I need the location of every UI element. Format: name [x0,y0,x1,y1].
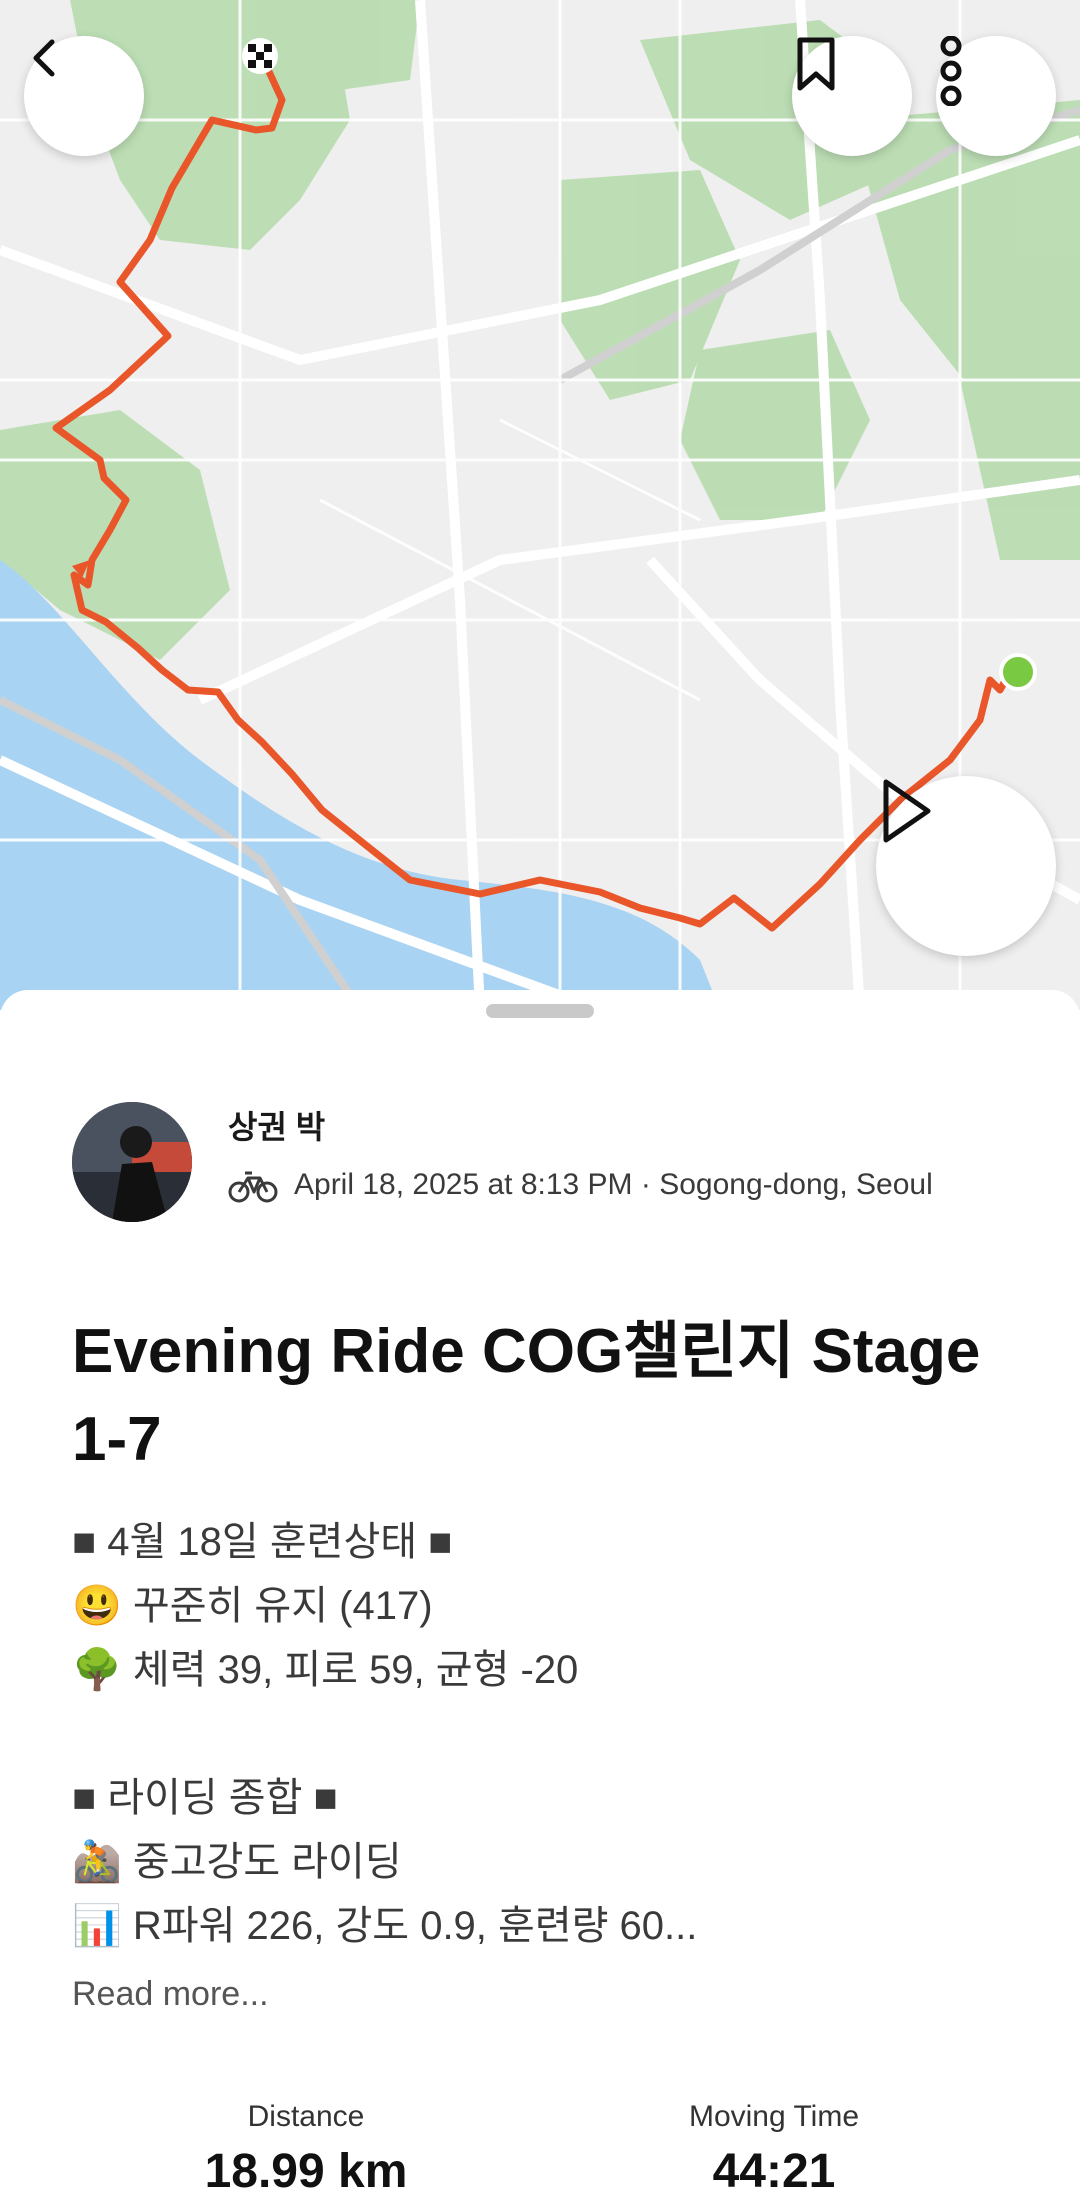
bookmark-icon [797,37,835,91]
description-line: ■ 4월 18일 훈련상태 ■ [72,1520,453,1564]
read-more-link[interactable]: Read more... [72,1975,269,2014]
more-vertical-icon [940,36,962,106]
more-options-button[interactable] [936,36,1056,156]
avatar[interactable] [72,1102,192,1222]
description-line: ■ 라이딩 종합 ■ [72,1776,338,1820]
bookmark-button[interactable] [792,36,912,156]
play-flyover-button[interactable] [876,776,1056,956]
stat-moving-time: Moving Time 44:21 [594,2100,954,2199]
stat-label: Moving Time [688,2100,860,2133]
activity-date-location: April 18, 2025 at 8:13 PM · Sogong-dong,… [294,1168,933,1201]
athlete-name[interactable]: 상권 박 [228,1102,325,1148]
back-button[interactable] [24,36,144,156]
play-icon [883,779,931,843]
stat-value: 18.99 km [204,2145,408,2198]
bike-icon [228,1171,278,1203]
stat-distance: Distance 18.99 km [126,2100,486,2199]
activity-title: Evening Ride COG챌린지 Stage 1-7 [72,1317,981,1474]
stat-value: 44:21 [712,2145,836,2198]
start-marker [999,653,1037,691]
description-line: 📊 R파워 226, 강도 0.9, 훈련량 60... [72,1904,698,1948]
description-line: 🌳 체력 39, 피로 59, 균형 -20 [72,1648,579,1692]
avatar-image [72,1102,192,1222]
chevron-left-icon [33,39,55,77]
activity-meta [228,1166,278,1204]
route-map[interactable] [0,0,1080,1010]
drag-handle[interactable] [486,1004,594,1018]
stat-label: Distance [247,2100,365,2133]
finish-marker [242,38,278,74]
activity-description: ■ 4월 18일 훈련상태 ■ 😃 꾸준히 유지 (417) 🌳 체력 39, … [72,1510,1012,1958]
description-line: 😃 꾸준히 유지 (417) [72,1584,433,1628]
description-line: 🚵 중고강도 라이딩 [72,1840,402,1884]
description-line [72,1702,1012,1766]
